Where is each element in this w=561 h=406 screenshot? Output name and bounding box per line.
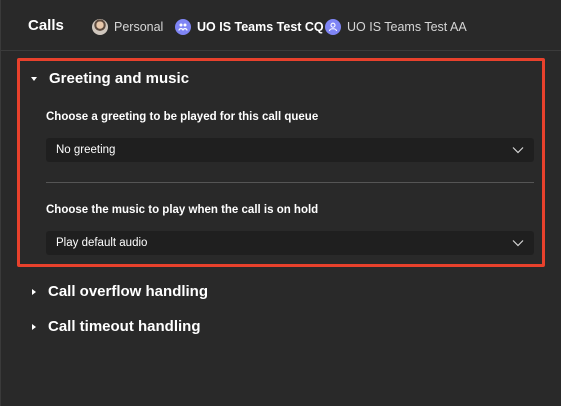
music-dropdown[interactable]: Play default audio [46,231,534,255]
header-bar: Calls Personal UO IS Teams Test CQ UO IS… [1,0,561,51]
account-tab-call-queue[interactable]: UO IS Teams Test CQ [175,19,324,35]
greeting-label: Choose a greeting to be played for this … [46,111,319,123]
greeting-dropdown[interactable]: No greeting [46,138,534,162]
chevron-down-icon [512,147,524,154]
music-dropdown-value: Play default audio [56,237,148,249]
auto-attendant-icon [325,19,341,35]
music-label: Choose the music to play when the call i… [46,204,319,216]
section-call-timeout-handling[interactable]: Call timeout handling [31,318,201,335]
caret-right-icon [32,288,36,295]
section-title: Call timeout handling [48,318,201,335]
account-tab-auto-attendant[interactable]: UO IS Teams Test AA [325,19,467,35]
page-title: Calls [28,17,64,34]
chevron-down-icon [512,240,524,247]
divider [46,182,534,183]
account-label: UO IS Teams Test AA [347,20,467,34]
calls-settings-window: Calls Personal UO IS Teams Test CQ UO IS… [0,0,561,406]
account-label: Personal [114,20,164,34]
greeting-dropdown-value: No greeting [56,144,116,156]
caret-right-icon [32,323,36,330]
account-label: UO IS Teams Test CQ [197,20,324,34]
account-tab-personal[interactable]: Personal [92,19,163,35]
section-title: Greeting and music [49,70,190,87]
section-title: Call overflow handling [48,283,209,300]
user-photo-avatar [92,19,108,35]
call-queue-icon [175,19,191,35]
caret-down-icon [31,76,37,81]
section-greeting-and-music[interactable]: Greeting and music [31,70,189,87]
section-call-overflow-handling[interactable]: Call overflow handling [31,283,208,300]
